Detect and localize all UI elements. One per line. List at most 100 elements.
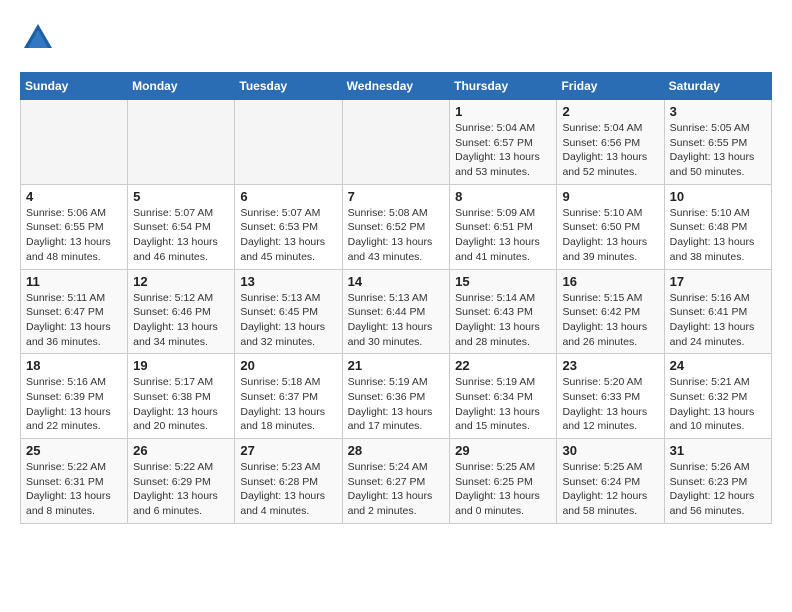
calendar-cell: 6 Sunrise: 5:07 AMSunset: 6:53 PMDaylight… xyxy=(235,184,342,269)
calendar-cell: 1Sunrise: 5:04 AMSunset: 6:57 PMDaylight… xyxy=(450,100,557,185)
day-info: Sunrise: 5:13 AMSunset: 6:45 PMDaylight:… xyxy=(240,291,336,350)
day-info: Sunrise: 5:26 AMSunset: 6:23 PMDaylight:… xyxy=(670,460,766,519)
weekday-header-tuesday: Tuesday xyxy=(235,73,342,100)
calendar-cell: 29 Sunrise: 5:25 AMSunset: 6:25 PMDayligh… xyxy=(450,439,557,524)
day-info: Sunrise: 5:13 AMSunset: 6:44 PMDaylight:… xyxy=(348,291,445,350)
day-info: Sunrise: 5:19 AMSunset: 6:34 PMDaylight:… xyxy=(455,375,551,434)
calendar-cell: 12Sunrise: 5:12 AMSunset: 6:46 PMDayligh… xyxy=(128,269,235,354)
day-number: 17 xyxy=(670,274,766,289)
day-info: Sunrise: 5:07 AMSunset: 6:54 PMDaylight:… xyxy=(133,206,229,265)
day-info: Sunrise: 5:09 AMSunset: 6:51 PMDaylight:… xyxy=(455,206,551,265)
calendar-week-row: 18 Sunrise: 5:16 AMSunset: 6:39 PMDayligh… xyxy=(21,354,772,439)
calendar-cell: 2Sunrise: 5:04 AMSunset: 6:56 PMDaylight… xyxy=(557,100,664,185)
calendar-cell: 14Sunrise: 5:13 AMSunset: 6:44 PMDayligh… xyxy=(342,269,450,354)
day-number: 23 xyxy=(562,358,658,373)
calendar-cell: 5 Sunrise: 5:07 AMSunset: 6:54 PMDaylight… xyxy=(128,184,235,269)
day-info: Sunrise: 5:25 AMSunset: 6:25 PMDaylight:… xyxy=(455,460,551,519)
day-number: 21 xyxy=(348,358,445,373)
day-info: Sunrise: 5:04 AMSunset: 6:56 PMDaylight:… xyxy=(562,121,658,180)
calendar-cell: 15 Sunrise: 5:14 AMSunset: 6:43 PMDayligh… xyxy=(450,269,557,354)
calendar-cell: 31 Sunrise: 5:26 AMSunset: 6:23 PMDayligh… xyxy=(664,439,771,524)
calendar-cell xyxy=(342,100,450,185)
day-number: 26 xyxy=(133,443,229,458)
day-info: Sunrise: 5:07 AMSunset: 6:53 PMDaylight:… xyxy=(240,206,336,265)
logo xyxy=(20,20,60,56)
day-info: Sunrise: 5:20 AMSunset: 6:33 PMDaylight:… xyxy=(562,375,658,434)
day-info: Sunrise: 5:18 AMSunset: 6:37 PMDaylight:… xyxy=(240,375,336,434)
calendar-cell: 17Sunrise: 5:16 AMSunset: 6:41 PMDayligh… xyxy=(664,269,771,354)
day-info: Sunrise: 5:12 AMSunset: 6:46 PMDaylight:… xyxy=(133,291,229,350)
calendar-cell: 13 Sunrise: 5:13 AMSunset: 6:45 PMDayligh… xyxy=(235,269,342,354)
day-number: 19 xyxy=(133,358,229,373)
weekday-header-row: SundayMondayTuesdayWednesdayThursdayFrid… xyxy=(21,73,772,100)
day-info: Sunrise: 5:15 AMSunset: 6:42 PMDaylight:… xyxy=(562,291,658,350)
day-info: Sunrise: 5:17 AMSunset: 6:38 PMDaylight:… xyxy=(133,375,229,434)
day-number: 10 xyxy=(670,189,766,204)
weekday-header-thursday: Thursday xyxy=(450,73,557,100)
day-number: 15 xyxy=(455,274,551,289)
day-number: 9 xyxy=(562,189,658,204)
day-info: Sunrise: 5:22 AMSunset: 6:31 PMDaylight:… xyxy=(26,460,122,519)
calendar-cell: 22 Sunrise: 5:19 AMSunset: 6:34 PMDayligh… xyxy=(450,354,557,439)
calendar-cell: 23 Sunrise: 5:20 AMSunset: 6:33 PMDayligh… xyxy=(557,354,664,439)
calendar-cell: 26 Sunrise: 5:22 AMSunset: 6:29 PMDayligh… xyxy=(128,439,235,524)
calendar-week-row: 11 Sunrise: 5:11 AMSunset: 6:47 PMDayligh… xyxy=(21,269,772,354)
calendar-cell xyxy=(128,100,235,185)
calendar-cell: 18 Sunrise: 5:16 AMSunset: 6:39 PMDayligh… xyxy=(21,354,128,439)
day-number: 11 xyxy=(26,274,122,289)
day-info: Sunrise: 5:16 AMSunset: 6:39 PMDaylight:… xyxy=(26,375,122,434)
weekday-header-wednesday: Wednesday xyxy=(342,73,450,100)
calendar-cell: 19 Sunrise: 5:17 AMSunset: 6:38 PMDayligh… xyxy=(128,354,235,439)
day-info: Sunrise: 5:05 AMSunset: 6:55 PMDaylight:… xyxy=(670,121,766,180)
day-number: 4 xyxy=(26,189,122,204)
calendar-cell: 25 Sunrise: 5:22 AMSunset: 6:31 PMDayligh… xyxy=(21,439,128,524)
weekday-header-friday: Friday xyxy=(557,73,664,100)
calendar-cell: 27 Sunrise: 5:23 AMSunset: 6:28 PMDayligh… xyxy=(235,439,342,524)
day-info: Sunrise: 5:06 AMSunset: 6:55 PMDaylight:… xyxy=(26,206,122,265)
day-number: 29 xyxy=(455,443,551,458)
weekday-header-monday: Monday xyxy=(128,73,235,100)
day-info: Sunrise: 5:19 AMSunset: 6:36 PMDaylight:… xyxy=(348,375,445,434)
calendar-cell: 24 Sunrise: 5:21 AMSunset: 6:32 PMDayligh… xyxy=(664,354,771,439)
day-info: Sunrise: 5:11 AMSunset: 6:47 PMDaylight:… xyxy=(26,291,122,350)
calendar-cell: 8 Sunrise: 5:09 AMSunset: 6:51 PMDaylight… xyxy=(450,184,557,269)
day-info: Sunrise: 5:22 AMSunset: 6:29 PMDaylight:… xyxy=(133,460,229,519)
day-number: 7 xyxy=(348,189,445,204)
day-number: 13 xyxy=(240,274,336,289)
page-header xyxy=(20,20,772,56)
day-number: 8 xyxy=(455,189,551,204)
logo-icon xyxy=(20,20,56,56)
day-number: 22 xyxy=(455,358,551,373)
calendar-cell: 11 Sunrise: 5:11 AMSunset: 6:47 PMDayligh… xyxy=(21,269,128,354)
day-number: 30 xyxy=(562,443,658,458)
calendar-table: SundayMondayTuesdayWednesdayThursdayFrid… xyxy=(20,72,772,524)
calendar-cell xyxy=(21,100,128,185)
day-number: 5 xyxy=(133,189,229,204)
day-info: Sunrise: 5:10 AMSunset: 6:48 PMDaylight:… xyxy=(670,206,766,265)
day-number: 31 xyxy=(670,443,766,458)
day-number: 25 xyxy=(26,443,122,458)
calendar-cell: 20 Sunrise: 5:18 AMSunset: 6:37 PMDayligh… xyxy=(235,354,342,439)
day-info: Sunrise: 5:23 AMSunset: 6:28 PMDaylight:… xyxy=(240,460,336,519)
day-info: Sunrise: 5:21 AMSunset: 6:32 PMDaylight:… xyxy=(670,375,766,434)
calendar-cell xyxy=(235,100,342,185)
day-number: 20 xyxy=(240,358,336,373)
calendar-cell: 4 Sunrise: 5:06 AMSunset: 6:55 PMDaylight… xyxy=(21,184,128,269)
day-number: 18 xyxy=(26,358,122,373)
weekday-header-saturday: Saturday xyxy=(664,73,771,100)
day-number: 6 xyxy=(240,189,336,204)
calendar-cell: 10 Sunrise: 5:10 AMSunset: 6:48 PMDayligh… xyxy=(664,184,771,269)
day-info: Sunrise: 5:24 AMSunset: 6:27 PMDaylight:… xyxy=(348,460,445,519)
calendar-week-row: 1Sunrise: 5:04 AMSunset: 6:57 PMDaylight… xyxy=(21,100,772,185)
calendar-cell: 21 Sunrise: 5:19 AMSunset: 6:36 PMDayligh… xyxy=(342,354,450,439)
day-info: Sunrise: 5:25 AMSunset: 6:24 PMDaylight:… xyxy=(562,460,658,519)
weekday-header-sunday: Sunday xyxy=(21,73,128,100)
day-number: 24 xyxy=(670,358,766,373)
day-number: 3 xyxy=(670,104,766,119)
calendar-week-row: 25 Sunrise: 5:22 AMSunset: 6:31 PMDayligh… xyxy=(21,439,772,524)
day-number: 1 xyxy=(455,104,551,119)
day-number: 16 xyxy=(562,274,658,289)
day-number: 27 xyxy=(240,443,336,458)
calendar-cell: 30 Sunrise: 5:25 AMSunset: 6:24 PMDayligh… xyxy=(557,439,664,524)
day-info: Sunrise: 5:14 AMSunset: 6:43 PMDaylight:… xyxy=(455,291,551,350)
